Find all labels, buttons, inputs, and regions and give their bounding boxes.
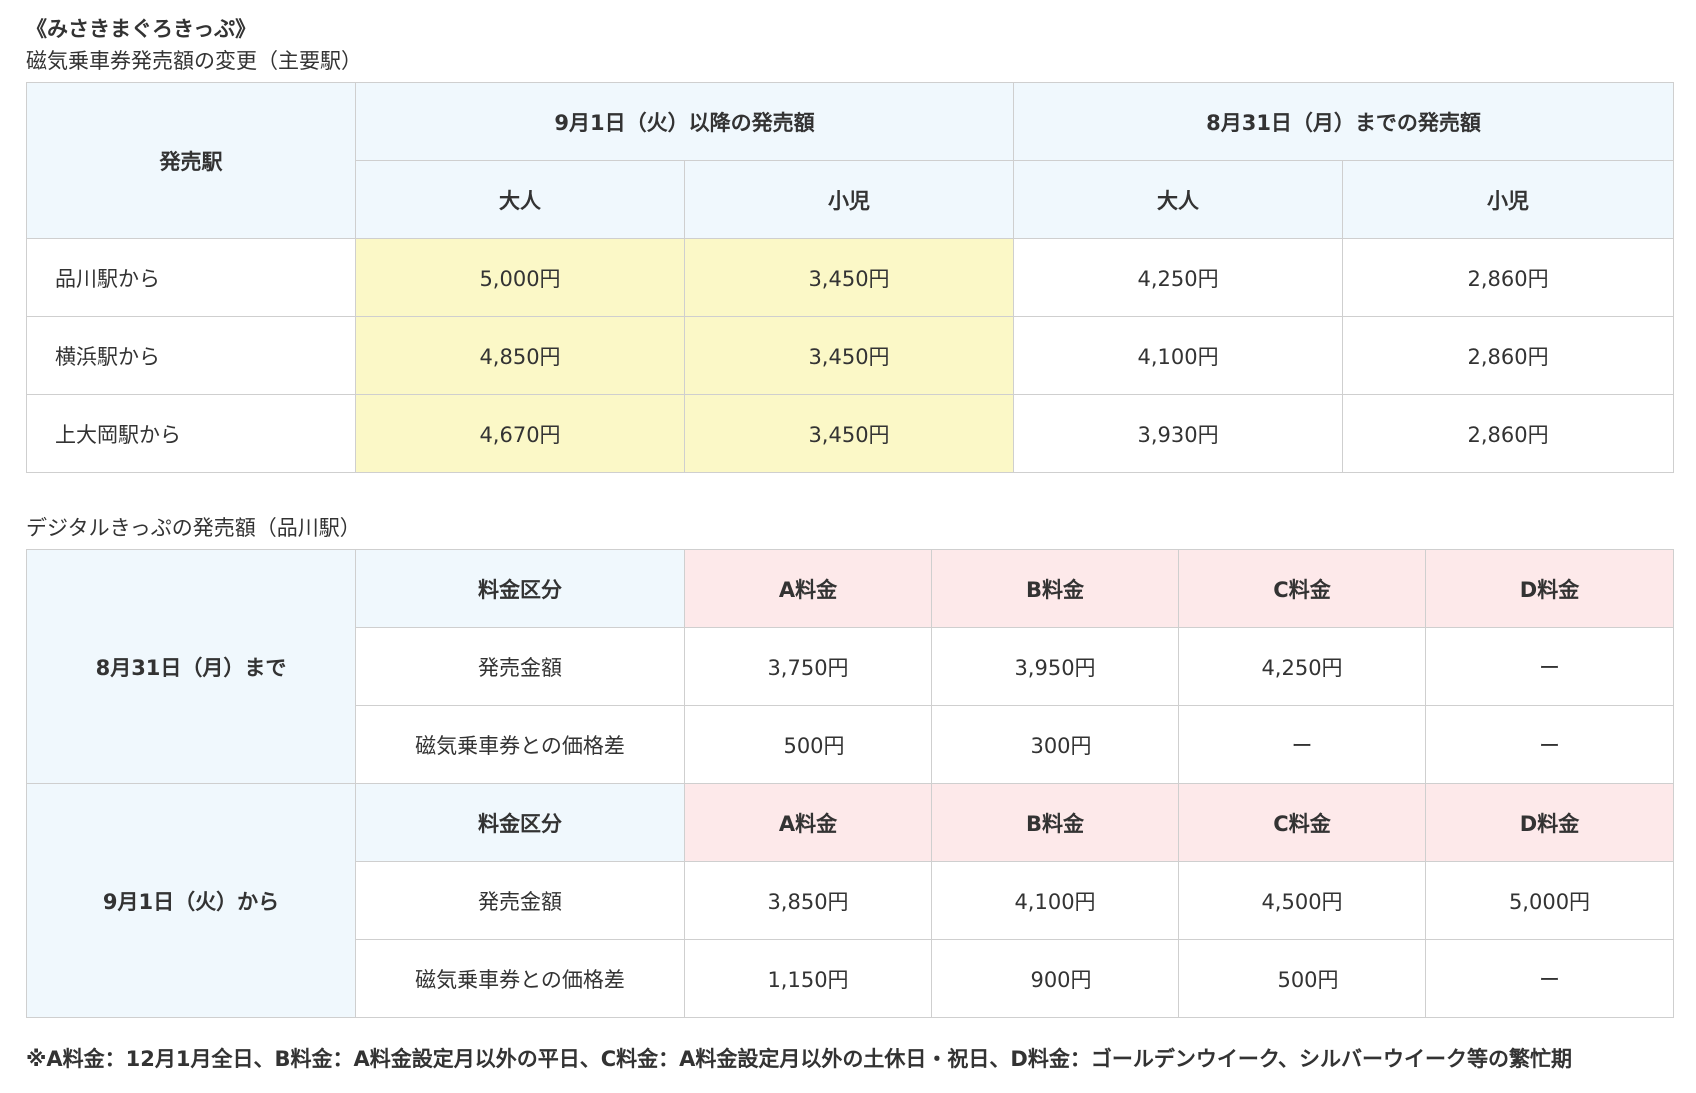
fare-b-label: B料金	[931, 549, 1179, 628]
fare-class-row: 9月1日（火）から 料金区分 A料金 B料金 C料金 D料金	[26, 783, 1674, 1018]
fare-b-diff: 900円	[931, 939, 1179, 1018]
period-cell: 9月1日（火）から	[26, 783, 356, 1018]
diff-row-label: 磁気乗車券との価格差	[355, 705, 685, 784]
fare-class-row: 8月31日（月）まで 料金区分 A料金 B料金 C料金 D料金	[26, 549, 1674, 784]
after-adult-price: 4,670円	[355, 394, 685, 473]
station-cell: 横浜駅から	[26, 316, 356, 395]
fare-c-diff: 500円	[1178, 939, 1426, 1018]
header-after-sept1: 9月1日（火）以降の発売額	[354, 82, 1015, 161]
fare-a-diff: 500円	[684, 705, 932, 784]
fare-d-diff: ー	[1425, 705, 1674, 784]
table-row: 横浜駅から 4,850円 3,450円 4,100円 2,860円	[26, 316, 1675, 395]
header-before-child: 小児	[1342, 160, 1675, 239]
fare-class-label: 料金区分	[355, 549, 685, 628]
before-adult-price: 4,250円	[1013, 238, 1344, 317]
magnetic-header-row-1: 発売駅 9月1日（火）以降の発売額 8月31日（月）までの発売額	[26, 82, 1675, 239]
fare-c-diff: ー	[1178, 705, 1426, 784]
fare-c-price: 4,500円	[1178, 861, 1426, 940]
header-before-aug31: 8月31日（月）までの発売額	[1013, 82, 1675, 161]
fare-a-label: A料金	[684, 783, 932, 862]
before-adult-price: 4,100円	[1013, 316, 1344, 395]
header-after-child: 小児	[683, 160, 1015, 239]
magnetic-section-label: 磁気乗車券発売額の変更（主要駅）	[26, 49, 362, 73]
period-cell: 8月31日（月）まで	[26, 549, 356, 784]
before-child-price: 2,860円	[1342, 238, 1675, 317]
before-adult-price: 3,930円	[1013, 394, 1344, 473]
before-child-price: 2,860円	[1342, 394, 1675, 473]
before-child-price: 2,860円	[1342, 316, 1675, 395]
fare-d-label: D料金	[1425, 549, 1674, 628]
header-station: 発売駅	[26, 82, 356, 239]
station-cell: 品川駅から	[26, 238, 356, 317]
magnetic-fare-table: 発売駅 9月1日（火）以降の発売額 8月31日（月）までの発売額 大人 小児 大…	[26, 82, 1675, 473]
fare-a-price: 3,750円	[684, 627, 932, 706]
fare-class-label: 料金区分	[355, 783, 685, 862]
fare-c-label: C料金	[1178, 549, 1426, 628]
diff-row-label: 磁気乗車券との価格差	[355, 939, 685, 1018]
after-child-price: 3,450円	[683, 316, 1015, 395]
fare-b-price: 3,950円	[931, 627, 1179, 706]
station-cell: 上大岡駅から	[26, 394, 356, 473]
fare-footnote: ※A料金：12月1月全日、B料金：A料金設定月以外の平日、C料金：A料金設定月以…	[26, 1047, 1572, 1071]
digital-section-label: デジタルきっぷの発売額（品川駅）	[26, 516, 361, 540]
fare-b-label: B料金	[931, 783, 1179, 862]
fare-d-diff: ー	[1425, 939, 1674, 1018]
page-title: 《みさきまぐろきっぷ》	[26, 17, 257, 41]
digital-fare-table: 8月31日（月）まで 料金区分 A料金 B料金 C料金 D料金 発売金額 3,7…	[26, 549, 1674, 1018]
table-row: 品川駅から 5,000円 3,450円 4,250円 2,860円	[26, 238, 1675, 317]
after-adult-price: 5,000円	[355, 238, 685, 317]
after-child-price: 3,450円	[683, 394, 1015, 473]
fare-a-price: 3,850円	[684, 861, 932, 940]
price-row-label: 発売金額	[355, 627, 685, 706]
header-after-adult: 大人	[355, 160, 685, 239]
after-adult-price: 4,850円	[355, 316, 685, 395]
fare-b-diff: 300円	[931, 705, 1179, 784]
fare-d-label: D料金	[1425, 783, 1674, 862]
fare-b-price: 4,100円	[931, 861, 1179, 940]
after-child-price: 3,450円	[683, 238, 1015, 317]
fare-a-diff: 1,150円	[684, 939, 932, 1018]
table-row: 上大岡駅から 4,670円 3,450円 3,930円 2,860円	[26, 394, 1675, 473]
fare-c-label: C料金	[1178, 783, 1426, 862]
fare-c-price: 4,250円	[1178, 627, 1426, 706]
fare-d-price: ー	[1425, 627, 1674, 706]
price-row-label: 発売金額	[355, 861, 685, 940]
page-content: 《みさきまぐろきっぷ》 磁気乗車券発売額の変更（主要駅） 発売駅 9月1日（火）…	[26, 14, 1675, 1074]
fare-a-label: A料金	[684, 549, 932, 628]
fare-d-price: 5,000円	[1425, 861, 1674, 940]
header-before-adult: 大人	[1013, 160, 1344, 239]
